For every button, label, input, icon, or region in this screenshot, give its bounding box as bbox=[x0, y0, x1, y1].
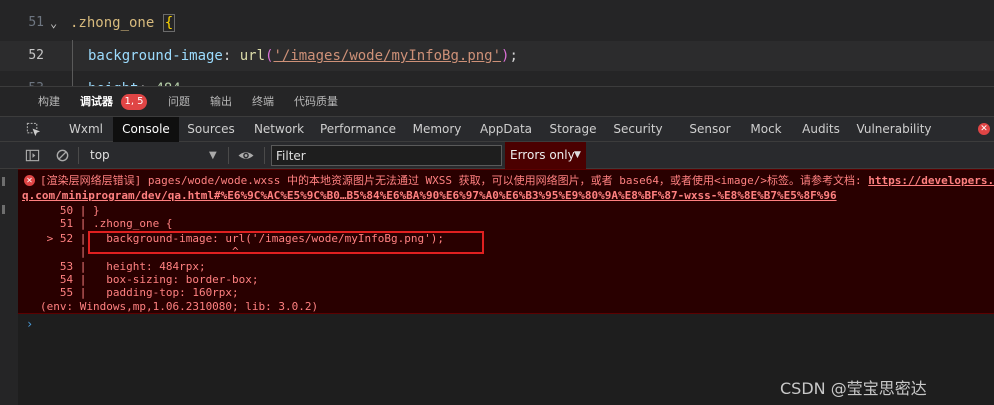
code-text: .zhong_one { bbox=[70, 8, 176, 38]
devtools-tab-sensor[interactable]: Sensor bbox=[684, 117, 736, 142]
panel-tab-bar: 构建 调试器 1, 5 问题 输出 终端 代码质量 bbox=[0, 86, 994, 116]
devtools-tab-memory[interactable]: Memory bbox=[408, 117, 466, 142]
devtools-tab-mock[interactable]: Mock bbox=[744, 117, 788, 142]
tab-debugger[interactable]: 调试器 bbox=[80, 87, 113, 117]
toolbar-divider bbox=[78, 147, 79, 164]
code-frame-line: 55 | padding-top: 160rpx; bbox=[40, 286, 239, 299]
tab-output[interactable]: 输出 bbox=[210, 87, 232, 117]
code-text: height: 484 bbox=[88, 74, 181, 86]
tab-build[interactable]: 构建 bbox=[38, 87, 60, 117]
error-icon: ✕ bbox=[24, 175, 35, 186]
strip-marker bbox=[2, 205, 5, 214]
highlight-box bbox=[88, 231, 484, 254]
code-line-53[interactable]: 53 height: 484 bbox=[0, 74, 994, 86]
code-frame-line: 50 | } bbox=[40, 204, 100, 217]
code-frame-line: 54 | box-sizing: border-box; bbox=[40, 273, 259, 286]
css-function: url bbox=[239, 48, 266, 64]
line-number: 53 bbox=[0, 74, 44, 86]
devtools-tab-wxml[interactable]: Wxml bbox=[62, 117, 110, 142]
devtools-tab-vulnerability[interactable]: Vulnerability bbox=[856, 117, 932, 142]
css-property: background-image bbox=[88, 48, 223, 64]
console-toolbar: top ▼ Errors only ▼ bbox=[0, 142, 994, 169]
eye-icon[interactable] bbox=[237, 148, 255, 163]
code-frame-line: 51 | .zhong_one { bbox=[40, 217, 173, 230]
devtools-tab-sources[interactable]: Sources bbox=[183, 117, 239, 142]
devtools-tab-audits[interactable]: Audits bbox=[796, 117, 846, 142]
error-text: [渲染层网络层错误] pages/wode/wode.wxss 中的本地资源图片… bbox=[40, 174, 869, 187]
code-text: background-image: url('/images/wode/myIn… bbox=[88, 41, 518, 71]
devtools-tab-network[interactable]: Network bbox=[250, 117, 308, 142]
filter-input[interactable] bbox=[271, 145, 502, 166]
console-sidebar-strip bbox=[0, 169, 18, 405]
css-brace: { bbox=[162, 14, 176, 32]
error-line: [渲染层网络层错误] pages/wode/wode.wxss 中的本地资源图片… bbox=[40, 174, 994, 187]
devtools-tab-appdata[interactable]: AppData bbox=[476, 117, 536, 142]
devtools-tab-storage[interactable]: Storage bbox=[546, 117, 600, 142]
debugger-count-badge: 1, 5 bbox=[121, 94, 147, 110]
chevron-down-icon[interactable]: ▼ bbox=[209, 146, 217, 165]
toolbar-divider bbox=[228, 147, 229, 164]
indent-guide bbox=[72, 40, 73, 86]
error-count-icon[interactable]: ✕ bbox=[978, 123, 990, 135]
doc-link[interactable]: https://developers.weixin.q bbox=[868, 174, 994, 187]
devtools-tab-console[interactable]: Console bbox=[113, 117, 179, 142]
tab-code-quality[interactable]: 代码质量 bbox=[294, 87, 338, 117]
chevron-down-icon[interactable]: ▼ bbox=[574, 142, 581, 169]
tab-problems[interactable]: 问题 bbox=[168, 87, 190, 117]
console-prompt[interactable]: › bbox=[26, 317, 33, 331]
line-number: 52 bbox=[28, 48, 44, 63]
error-message[interactable]: ✕ [渲染层网络层错误] pages/wode/wode.wxss 中的本地资源… bbox=[18, 169, 994, 314]
fold-chevron-icon[interactable]: ⌄ bbox=[50, 8, 57, 38]
devtools-tab-security[interactable]: Security bbox=[610, 117, 666, 142]
watermark: CSDN @莹宝思密达 bbox=[780, 379, 927, 398]
line-number: 51 bbox=[28, 15, 44, 30]
strip-marker bbox=[2, 177, 5, 186]
toolbar-divider bbox=[264, 147, 265, 164]
context-select[interactable]: top bbox=[86, 146, 226, 165]
devtools-tab-bar: Wxml Console Sources Network Performance… bbox=[0, 116, 994, 142]
sidebar-toggle-icon[interactable] bbox=[25, 148, 40, 163]
error-line: q.com/miniprogram/dev/qa.html#%E6%9C%AC%… bbox=[22, 189, 837, 202]
clear-console-icon[interactable] bbox=[55, 148, 70, 163]
css-colon: : bbox=[222, 48, 232, 64]
css-semicolon: ; bbox=[509, 48, 518, 64]
tab-terminal[interactable]: 终端 bbox=[252, 87, 274, 117]
console-output[interactable]: ✕ [渲染层网络层错误] pages/wode/wode.wxss 中的本地资源… bbox=[18, 169, 994, 405]
env-info: (env: Windows,mp,1.06.2310080; lib: 3.0.… bbox=[40, 300, 319, 313]
css-url-string[interactable]: '/images/wode/myInfoBg.png' bbox=[273, 48, 501, 64]
code-line-52[interactable]: 52 background-image: url('/images/wode/m… bbox=[0, 41, 994, 71]
css-selector: .zhong_one bbox=[70, 15, 155, 31]
code-editor[interactable]: 51 ⌄ .zhong_one { 52 background-image: u… bbox=[0, 0, 994, 86]
code-line-51[interactable]: 51 ⌄ .zhong_one { bbox=[0, 8, 994, 38]
doc-link-continuation[interactable]: q.com/miniprogram/dev/qa.html#%E6%9C%AC%… bbox=[22, 189, 837, 202]
inspect-icon[interactable] bbox=[26, 122, 41, 137]
code-frame-line: 53 | height: 484rpx; bbox=[40, 260, 206, 273]
devtools-tab-performance[interactable]: Performance bbox=[318, 117, 398, 142]
